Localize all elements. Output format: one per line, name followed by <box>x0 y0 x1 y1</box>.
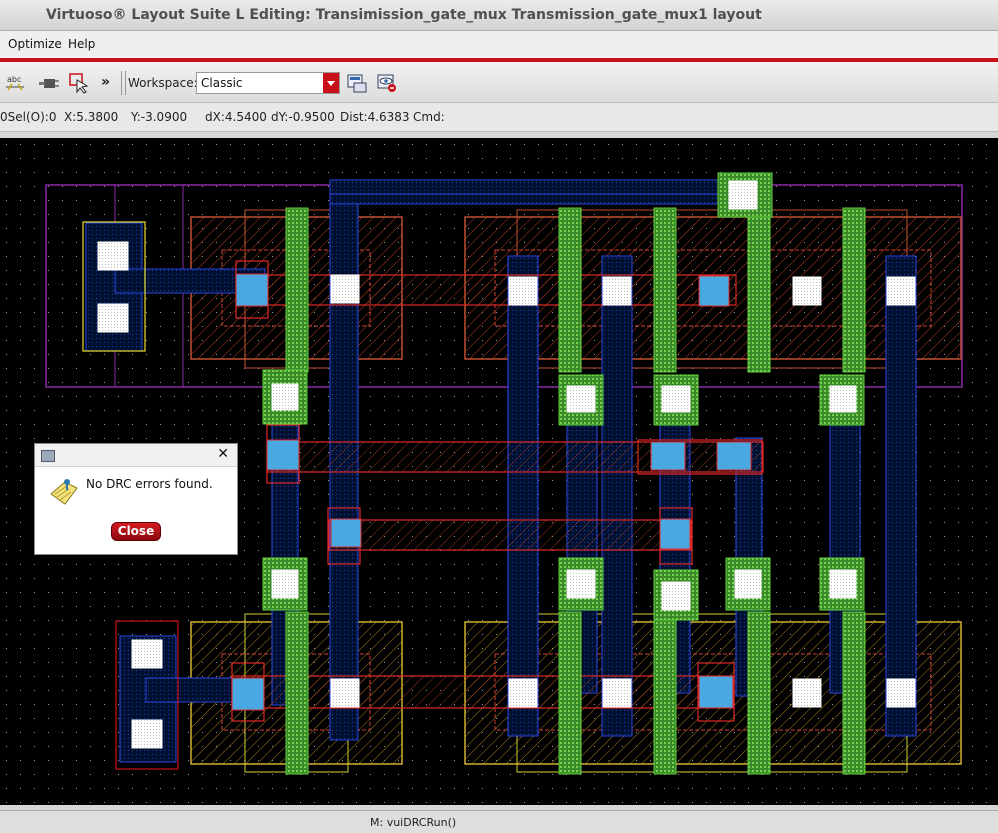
mouse-binding-bar: M: vuiDRCRun() <box>0 810 998 833</box>
window-title: Virtuoso® Layout Suite L Editing: Transi… <box>46 7 762 23</box>
toolbar-separator <box>121 71 126 95</box>
chevron-down-icon[interactable] <box>323 73 339 93</box>
toolbar-overflow-button[interactable]: » <box>101 74 110 90</box>
distance: Dist:4.6383 <box>340 110 410 124</box>
text-tool-icon[interactable]: abc <box>4 72 26 94</box>
dialog-header: ✕ <box>35 444 237 467</box>
coordinate-status-bar: 0Sel(O):0 X:5.3800 Y:-3.0900 dX:4.5400 d… <box>0 103 998 132</box>
cursor-x: X:5.3800 <box>64 110 119 124</box>
menu-bar: Optimize Help <box>0 31 998 58</box>
window-icon <box>41 450 55 462</box>
drc-result-dialog: ✕ No DRC errors found. Close <box>34 443 238 555</box>
toolbar: abc » Workspace: Classic <box>0 62 998 103</box>
menu-help[interactable]: Help <box>68 37 95 51</box>
delta-y: dY:-0.9500 <box>271 110 335 124</box>
title-bar: Virtuoso® Layout Suite L Editing: Transi… <box>0 0 998 31</box>
workspace-save-icon[interactable] <box>346 72 368 94</box>
select-cursor-icon[interactable] <box>68 72 90 94</box>
workspace-label: Workspace: <box>128 76 198 90</box>
plug-icon[interactable] <box>38 72 60 94</box>
svg-text:abc: abc <box>7 75 21 84</box>
selection-count: 0Sel(O):0 <box>0 110 57 124</box>
dialog-message: No DRC errors found. <box>86 477 213 491</box>
cursor-y: Y:-3.0900 <box>131 110 188 124</box>
close-button[interactable]: Close <box>111 522 161 541</box>
delta-x: dX:4.5400 <box>205 110 267 124</box>
menu-optimize[interactable]: Optimize <box>8 37 62 51</box>
workspace-visibility-icon[interactable] <box>376 72 398 94</box>
workspace-select[interactable]: Classic <box>196 72 340 94</box>
command: Cmd: <box>413 110 445 124</box>
note-icon <box>50 479 78 505</box>
workspace-value: Classic <box>201 76 243 90</box>
mouse-command: M: vuiDRCRun() <box>370 816 457 829</box>
close-icon[interactable]: ✕ <box>217 446 229 462</box>
